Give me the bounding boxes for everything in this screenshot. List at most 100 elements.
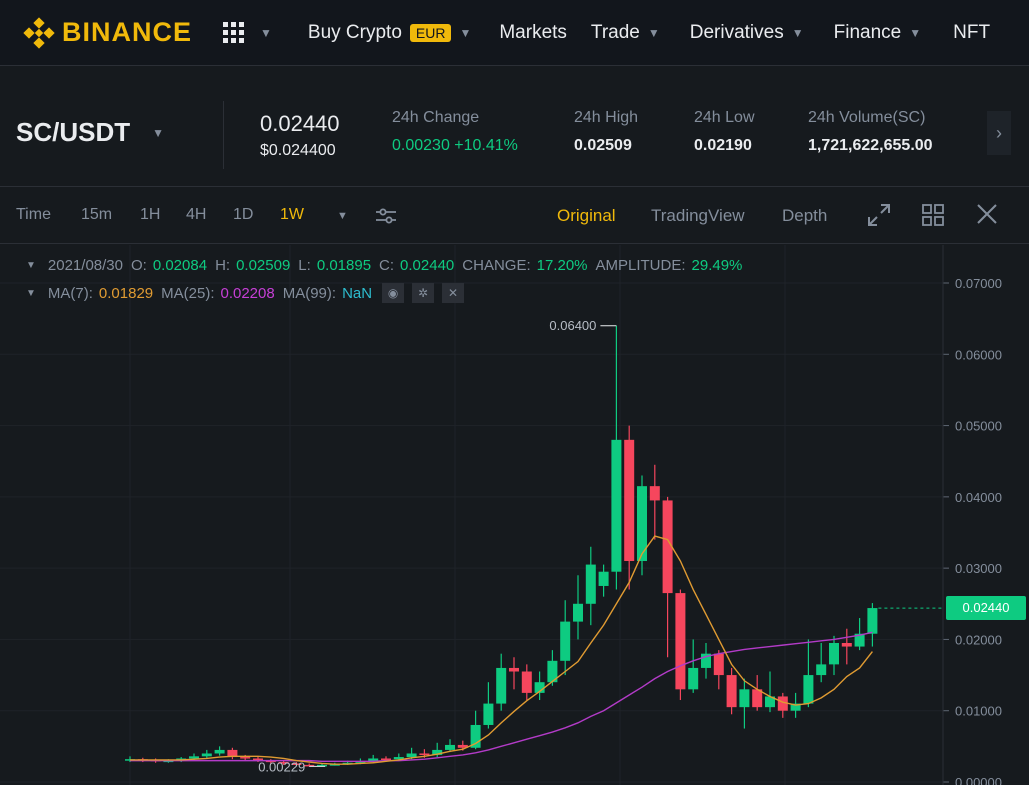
nav-markets-label: Markets (499, 21, 567, 43)
y-axis-label: 0.00000 (955, 775, 1002, 785)
chevron-down-icon: ▼ (909, 25, 922, 40)
current-price-tag: 0.02440 (946, 596, 1026, 621)
candle-body (381, 758, 391, 760)
binance-logo[interactable]: BINANCE (22, 0, 192, 66)
legend-change-label: CHANGE: (462, 257, 531, 274)
interval-1w[interactable]: 1W (280, 206, 304, 224)
interval-4h[interactable]: 4H (186, 206, 206, 224)
candlestick-chart[interactable]: 0.07000 0.06000 0.05000 0.04000 0.03000 0.020… (0, 245, 1029, 785)
view-tradingview[interactable]: TradingView (651, 206, 745, 226)
binance-logo-icon (23, 16, 55, 49)
stat-label: 24h Low (694, 109, 755, 126)
candle-body (509, 667, 519, 672)
candle-body (829, 642, 839, 665)
chart-toolbar: Time 15m 1H 4H 1D 1W ▼ Original TradingV… (0, 188, 1029, 244)
nav-buy-crypto-label: Buy Crypto (307, 21, 402, 43)
y-axis-label: 0.06000 (955, 347, 1002, 362)
max-price-label: 0.06400 (549, 318, 596, 333)
y-axis-label: 0.05000 (955, 419, 1002, 434)
min-price-label: 0.00229 (258, 759, 305, 774)
view-depth[interactable]: Depth (782, 206, 827, 226)
legend-ma25-label: MA(25): (161, 284, 215, 302)
candle-body (611, 439, 622, 572)
chevron-down-icon: ▼ (260, 25, 272, 40)
nav-finance[interactable]: Finance ▼ (834, 22, 922, 44)
legend-h: 0.02509 (236, 257, 291, 274)
legend-c-label: C: (379, 257, 395, 274)
candle-body (406, 753, 417, 758)
nav-markets[interactable]: Markets (499, 22, 567, 44)
eye-icon[interactable]: ◉ (382, 283, 405, 303)
candle-body (445, 744, 455, 750)
chart-canvas[interactable]: 0.07000 0.06000 0.05000 0.04000 0.03000 0.020… (0, 245, 1029, 785)
legend-l: 0.01895 (316, 257, 372, 274)
settings-sliders-icon[interactable] (375, 207, 397, 225)
more-intervals-dropdown[interactable]: ▼ (337, 210, 348, 222)
y-axis-label: 0.02000 (955, 632, 1002, 647)
y-axis-label: 0.01000 (955, 704, 1002, 719)
gear-icon[interactable]: ✲ (412, 283, 435, 303)
stat-24h-change: 24h Change 0.00230 +10.41% (392, 109, 518, 155)
stat-value: 0.02509 (574, 137, 632, 154)
scroll-right-button[interactable]: › (987, 111, 1011, 155)
legend-amplitude: 29.49% (691, 257, 743, 274)
stat-24h-low: 24h Low 0.02190 (694, 109, 755, 155)
expand-icon[interactable] (867, 203, 891, 227)
candle-body (496, 667, 507, 704)
pair-selector[interactable]: SC/USDT ▼ (16, 117, 164, 148)
grid-icon (223, 21, 245, 43)
interval-15m[interactable]: 15m (81, 206, 112, 224)
nav-derivatives-label: Derivatives (689, 21, 784, 43)
view-original[interactable]: Original (557, 206, 616, 226)
ma7-line (130, 535, 873, 765)
ohlc-legend: ▼ 2021/08/30 O: 0.02084 H: 0.02509 L: 0.018… (26, 257, 750, 274)
candle-body (573, 603, 583, 622)
candle-body (598, 571, 609, 586)
collapse-arrow-icon[interactable]: ▼ (26, 260, 36, 271)
interval-1d[interactable]: 1D (233, 206, 253, 224)
chevron-down-icon: ▼ (459, 25, 472, 40)
candle-body (585, 564, 596, 604)
candle-body (713, 653, 724, 676)
chevron-down-icon: ▼ (647, 25, 660, 40)
candle-body (240, 757, 251, 759)
time-label: Time (16, 206, 51, 223)
ma-legend: ▼ MA(7): 0.01829 MA(25): 0.02208 MA(99):… (26, 283, 465, 303)
divider (223, 101, 224, 169)
candle-body (803, 675, 814, 704)
interval-1h[interactable]: 1H (140, 206, 160, 224)
legend-o: 0.02084 (152, 257, 208, 274)
legend-change: 17.20% (536, 257, 588, 274)
legend-ma99: NaN (342, 284, 373, 302)
nav-nft[interactable]: NFT (953, 22, 990, 44)
stat-value: 0.02190 (694, 137, 752, 154)
candle-body (739, 689, 750, 708)
legend-ma99-label: MA(99): (282, 284, 337, 302)
ticker-bar: SC/USDT ▼ 0.02440 $0.024400 24h Change 0… (0, 83, 1029, 187)
legend-ma25: 0.02208 (220, 284, 275, 302)
candle-body (675, 593, 686, 690)
nav-buy-crypto[interactable]: Buy Crypto EUR ▼ (308, 22, 471, 44)
nav-derivatives[interactable]: Derivatives ▼ (690, 22, 804, 44)
apps-menu[interactable]: ▼ (222, 21, 272, 45)
candle-body (841, 642, 852, 647)
top-nav: BINANCE ▼ Buy Crypto EUR ▼ Markets Trade… (0, 0, 1029, 66)
stat-value: 1,721,622,655.00 (808, 137, 933, 154)
stat-24h-volume: 24h Volume(SC) 1,721,622,655.00 (808, 109, 933, 155)
chevron-down-icon: ▼ (791, 25, 804, 40)
candle-body (649, 486, 660, 501)
candle-body (214, 749, 225, 754)
candle-body (560, 621, 571, 661)
candle-body (201, 753, 212, 757)
nav-trade[interactable]: Trade ▼ (591, 22, 660, 44)
close-icon[interactable]: ✕ (442, 283, 465, 303)
chevron-down-icon: ▼ (152, 125, 165, 140)
legend-amplitude-label: AMPLITUDE: (595, 257, 686, 274)
layout-grid-icon[interactable] (921, 203, 945, 227)
nav-trade-label: Trade (590, 21, 640, 43)
close-icon[interactable] (976, 203, 998, 225)
pair-name: SC/USDT (16, 117, 131, 147)
legend-ma7: 0.01829 (98, 284, 154, 302)
legend-l-label: L: (298, 257, 311, 274)
collapse-arrow-icon[interactable]: ▼ (26, 288, 36, 299)
